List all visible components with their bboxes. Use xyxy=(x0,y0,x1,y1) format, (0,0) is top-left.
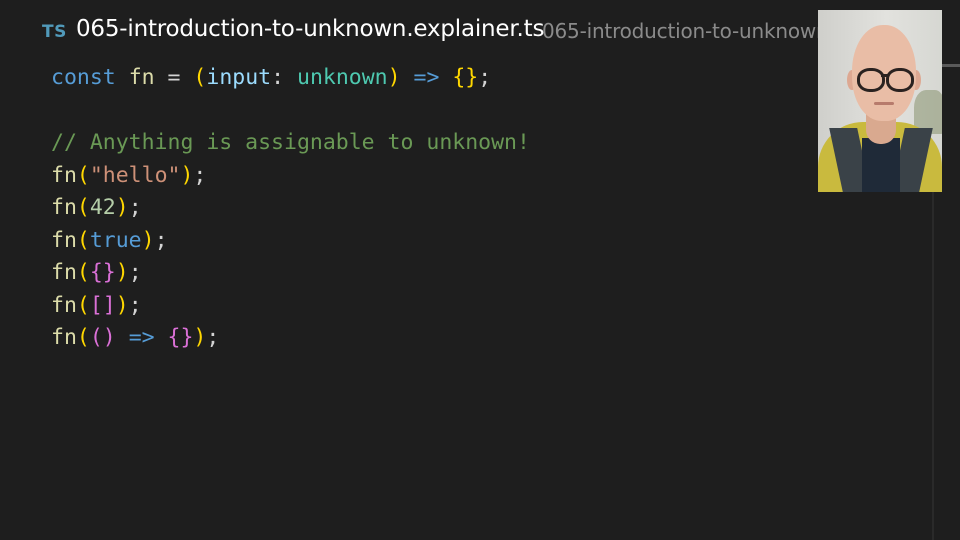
editor-tab-bar: TS 065-introduction-to-unknown.explainer… xyxy=(0,0,818,64)
code-token: ( xyxy=(76,292,90,318)
code-token: ) xyxy=(180,162,194,188)
code-token: "hello" xyxy=(89,162,181,188)
code-token: fn xyxy=(51,162,77,188)
code-line[interactable]: fn([]); xyxy=(51,290,530,323)
code-token: {} xyxy=(167,325,194,350)
code-token: input xyxy=(206,65,272,90)
code-token: ; xyxy=(128,292,142,318)
code-token: : xyxy=(271,65,297,90)
code-token: ) xyxy=(193,325,207,350)
code-token: ( xyxy=(76,195,90,220)
code-line[interactable]: fn(true); xyxy=(51,225,530,258)
overview-ruler-mark xyxy=(942,64,960,67)
code-token: ) xyxy=(387,65,401,90)
code-token: fn xyxy=(128,65,155,90)
code-token: fn xyxy=(51,292,77,318)
code-token: ) xyxy=(141,227,155,253)
code-token: ) xyxy=(115,195,129,220)
code-token: ; xyxy=(193,162,207,188)
code-token: ; xyxy=(206,325,220,350)
code-line[interactable]: fn(42); xyxy=(51,192,530,225)
code-line[interactable]: fn(() => {}); xyxy=(51,322,530,355)
code-token: ( xyxy=(193,65,207,90)
code-token: ; xyxy=(478,65,492,90)
code-token: ; xyxy=(154,227,168,253)
code-token: => xyxy=(128,325,155,350)
code-line[interactable]: const fn = (input: unknown) => {}; xyxy=(51,62,530,95)
code-token: 42 xyxy=(89,195,116,220)
code-token: {} xyxy=(89,260,116,285)
code-token: = xyxy=(154,65,194,90)
code-token: ( xyxy=(76,162,90,188)
code-token: unknown xyxy=(297,65,388,90)
code-token: true xyxy=(89,227,142,253)
presenter-webcam xyxy=(818,10,942,192)
code-editor[interactable]: const fn = (input: unknown) => {}; // An… xyxy=(51,62,530,355)
code-token: ( xyxy=(76,325,90,350)
code-token: => xyxy=(413,65,440,90)
code-token: ) xyxy=(115,260,129,285)
tab-file-title[interactable]: 065-introduction-to-unknown.explainer.ts xyxy=(76,16,544,42)
code-line[interactable]: // Anything is assignable to unknown! xyxy=(51,127,530,160)
code-token: const xyxy=(51,65,116,90)
code-token: fn xyxy=(51,227,77,253)
code-token: // Anything is assignable to unknown! xyxy=(51,130,530,155)
typescript-file-icon: TS xyxy=(42,22,67,42)
code-token: fn xyxy=(51,195,77,220)
code-token: ( xyxy=(76,260,90,285)
code-token: ; xyxy=(128,260,142,285)
code-line[interactable] xyxy=(51,95,530,128)
code-token: fn xyxy=(51,260,77,285)
code-token: fn xyxy=(51,325,77,350)
code-token: {} xyxy=(452,65,479,90)
code-token: () xyxy=(89,325,116,350)
code-line[interactable]: fn("hello"); xyxy=(51,160,530,193)
code-line[interactable]: fn({}); xyxy=(51,257,530,290)
tab-file-path: 065-introduction-to-unknown.explainer.ts xyxy=(542,19,818,43)
code-token: ( xyxy=(76,227,90,253)
code-token: [] xyxy=(89,292,116,318)
code-token: ; xyxy=(128,195,142,220)
code-token: ) xyxy=(115,292,129,318)
